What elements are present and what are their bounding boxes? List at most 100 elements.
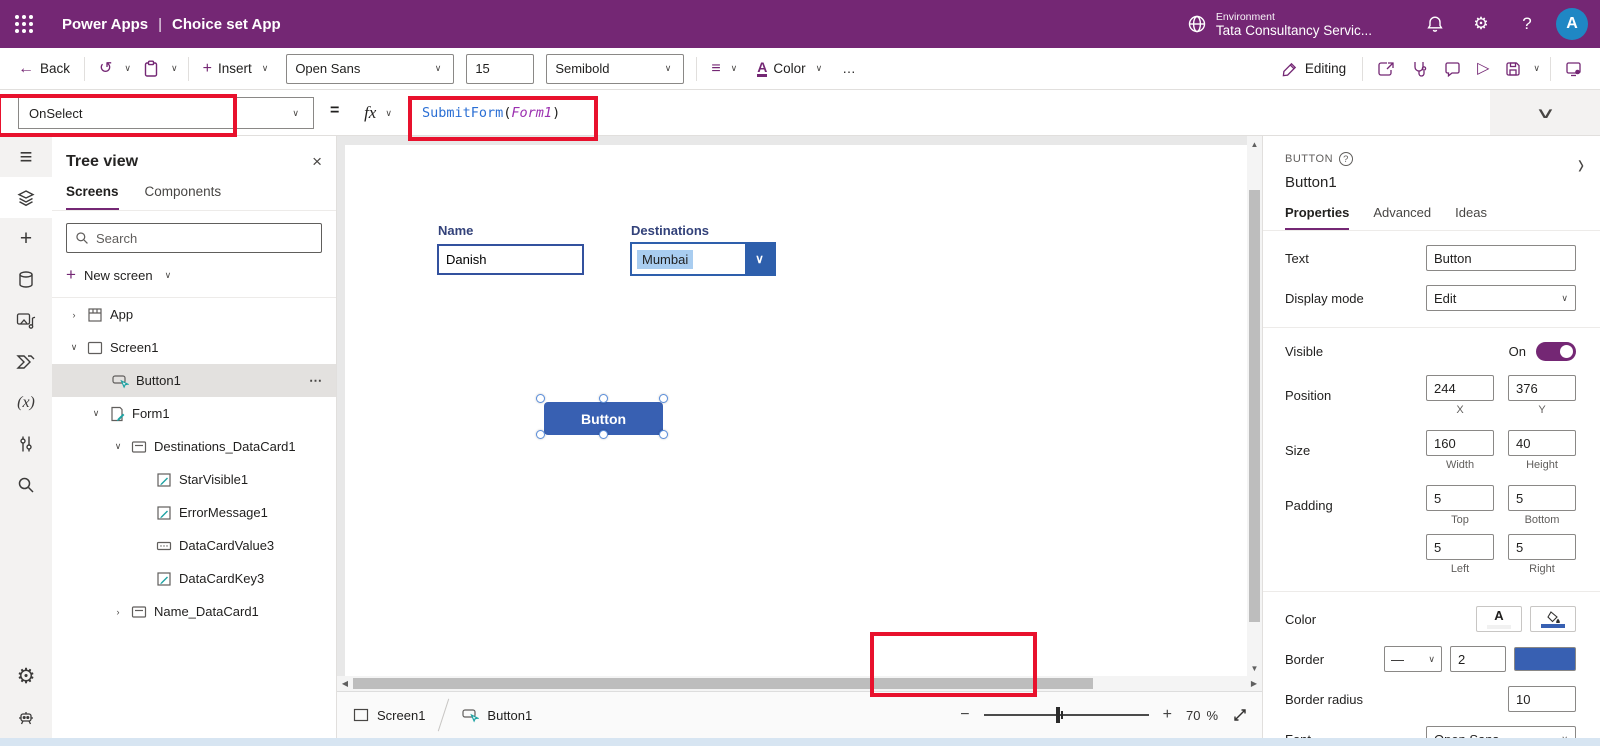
tree-item-errormessage1[interactable]: ErrorMessage1 [52,496,336,529]
position-y-input[interactable] [1508,375,1576,401]
text-align-button[interactable]: ≡ ∨ [703,53,749,85]
zoom-slider-thumb[interactable] [1056,707,1060,723]
font-color-button[interactable]: A [1476,606,1522,632]
formula-input[interactable]: SubmitForm(Form1) [408,90,1490,135]
zoom-slider[interactable] [984,714,1149,716]
tab-advanced[interactable]: Advanced [1373,205,1431,230]
text-property-input[interactable] [1426,245,1576,271]
canvas-horizontal-scrollbar[interactable]: ◀ ▶ [337,676,1262,691]
paste-button[interactable] [135,53,167,85]
settings-gear-icon[interactable]: ⚙ [1458,0,1504,48]
selection-handle[interactable] [659,430,668,439]
tree-item-button1[interactable]: Button1 ⋯ [52,364,336,397]
zoom-out-button[interactable]: − [960,706,969,724]
breadcrumb-screen1[interactable]: Screen1 [337,708,441,723]
selection-handle[interactable] [536,430,545,439]
visible-toggle[interactable] [1536,342,1576,361]
font-weight-select[interactable]: Semibold∨ [546,54,684,84]
screen1-canvas[interactable]: Name Danish Destinations Mumbai ∨ Button [345,145,1247,676]
color-button[interactable]: A Color ∨ [749,53,834,85]
size-height-input[interactable] [1508,430,1576,456]
breadcrumb-button1[interactable]: Button1 [446,707,548,723]
search-input[interactable] [96,231,313,246]
collapse-menu-icon[interactable]: ≡ [0,136,52,177]
undo-dropdown-chevron[interactable]: ∨ [120,63,135,74]
formula-bar-expand-chevron[interactable]: ∨ [1490,90,1600,135]
comments-button[interactable] [1436,53,1469,85]
font-size-input[interactable]: 15 [466,54,534,84]
app-checker-icon[interactable] [1403,53,1436,85]
power-automate-icon[interactable] [0,341,52,382]
name-text-input[interactable]: Danish [437,244,584,275]
border-color-swatch[interactable] [1514,647,1576,671]
save-dropdown-chevron[interactable]: ∨ [1529,63,1544,74]
display-mode-select[interactable]: Edit∨ [1426,285,1576,311]
padding-left-input[interactable] [1426,534,1494,560]
insert-plus-icon[interactable]: + [0,218,52,259]
tab-properties[interactable]: Properties [1285,205,1349,230]
tab-screens[interactable]: Screens [66,184,119,210]
waffle-menu-icon[interactable] [0,0,48,48]
position-x-input[interactable] [1426,375,1494,401]
tree-item-screen1[interactable]: ∨ Screen1 [52,331,336,364]
tree-item-name-datacard1[interactable]: › Name_DataCard1 [52,595,336,628]
notifications-bell-icon[interactable] [1412,0,1458,48]
fullscreen-expand-icon[interactable] [1232,707,1248,723]
vertical-scroll-thumb[interactable] [1249,190,1260,622]
virtual-agent-icon[interactable] [0,697,52,738]
paste-dropdown-chevron[interactable]: ∨ [167,63,182,74]
border-radius-input[interactable] [1508,686,1576,712]
rail-settings-gear-icon[interactable]: ⚙ [0,656,52,697]
publish-button[interactable] [1557,53,1590,85]
variables-icon[interactable]: (x) [0,382,52,423]
selection-handle[interactable] [536,394,545,403]
tree-item-datacardkey3[interactable]: DataCardKey3 [52,562,336,595]
tab-ideas[interactable]: Ideas [1455,205,1487,230]
save-button[interactable] [1497,53,1529,85]
canvas-vertical-scrollbar[interactable]: ▲ ▼ [1247,136,1262,676]
collapse-panel-chevron[interactable]: › [1578,148,1584,182]
close-icon[interactable]: × [312,152,322,172]
share-button[interactable] [1369,53,1403,85]
back-button[interactable]: ← Back [10,53,78,85]
user-avatar[interactable]: A [1556,8,1588,40]
media-icon[interactable] [0,300,52,341]
undo-button[interactable]: ↺ [91,53,120,85]
zoom-in-button[interactable]: + [1163,706,1172,724]
tree-item-form1[interactable]: ∨ Form1 [52,397,336,430]
border-style-select[interactable]: —∨ [1384,646,1442,672]
control-help-icon[interactable]: ? [1339,152,1353,166]
environment-picker[interactable]: Environment Tata Consultancy Servic... [1186,11,1372,38]
search-icon[interactable] [0,464,52,505]
padding-right-input[interactable] [1508,534,1576,560]
border-weight-input[interactable] [1450,646,1506,672]
editing-mode-button[interactable]: Editing [1272,61,1356,77]
more-options-icon[interactable]: ⋯ [309,373,324,389]
selection-handle[interactable] [659,394,668,403]
size-width-input[interactable] [1426,430,1494,456]
dropdown-chevron-icon[interactable]: ∨ [745,244,774,274]
app-name[interactable]: Power Apps [62,16,148,33]
tree-item-starvisible1[interactable]: StarVisible1 [52,463,336,496]
tree-item-datacardvalue3[interactable]: DataCardValue3 [52,529,336,562]
destinations-dropdown[interactable]: Mumbai ∨ [630,242,776,276]
new-screen-button[interactable]: + New screen ∨ [52,253,336,298]
tree-view-layers-icon[interactable] [0,177,52,218]
help-icon[interactable]: ? [1504,0,1550,48]
padding-top-input[interactable] [1426,485,1494,511]
selection-handle[interactable] [599,394,608,403]
tree-item-app[interactable]: › App [52,298,336,331]
fill-color-button[interactable] [1530,606,1576,632]
tree-search-box[interactable] [66,223,322,253]
tab-components[interactable]: Components [145,184,222,210]
property-selector[interactable]: OnSelect ∨ [18,97,314,129]
selection-handle[interactable] [599,430,608,439]
fx-dropdown[interactable]: fx ∨ [352,95,408,131]
more-commands-button[interactable]: … [834,53,864,85]
advanced-tools-icon[interactable] [0,423,52,464]
font-family-select[interactable]: Open Sans∨ [286,54,454,84]
preview-play-button[interactable]: ▷ [1469,53,1497,85]
horizontal-scroll-thumb[interactable] [353,678,1093,689]
padding-bottom-input[interactable] [1508,485,1576,511]
data-sources-icon[interactable] [0,259,52,300]
